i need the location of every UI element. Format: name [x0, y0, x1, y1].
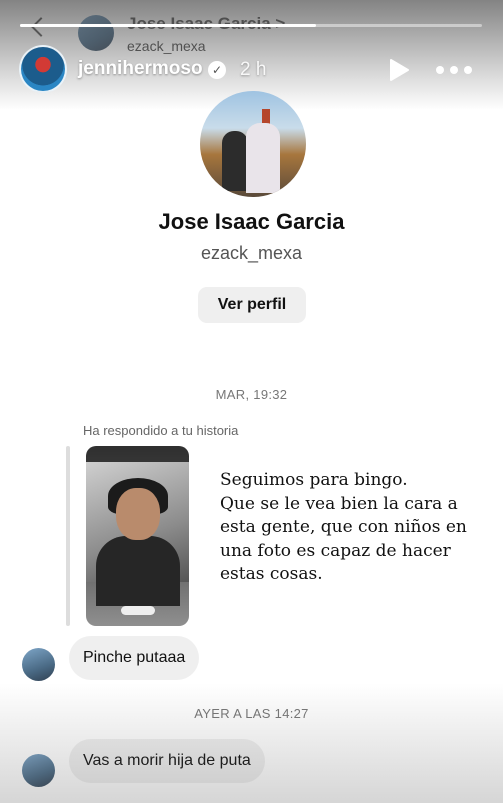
story-text-line: esta gente, que con niños en [220, 517, 467, 537]
contact-profile-picture[interactable] [200, 91, 306, 197]
story-text-line: Que se le vea bien la cara a [220, 493, 458, 514]
contact-username: ezack_mexa [200, 243, 303, 263]
back-chevron-icon[interactable] [31, 17, 51, 37]
dm-header-username: ezack_mexa [127, 38, 206, 54]
sender-avatar[interactable] [22, 648, 55, 681]
story-progress-fill [20, 24, 316, 27]
story-reply-label: Ha respondido a tu historia [83, 423, 239, 438]
sender-avatar[interactable] [22, 754, 55, 787]
message-bubble[interactable]: Pinche putaaa [69, 636, 200, 680]
replied-story-thumbnail[interactable] [86, 446, 189, 626]
thread-timestamp: AYER A LAS 14:27 [194, 706, 309, 721]
dm-header-avatar [78, 15, 114, 51]
more-horizontal-icon[interactable] [436, 62, 472, 78]
reply-indicator-line [66, 446, 70, 626]
story-author-avatar[interactable] [19, 45, 67, 93]
message-bubble[interactable]: Vas a morir hija de puta [69, 739, 265, 783]
story-post-time: 2 h [240, 59, 267, 80]
story-text-line: estas cosas. [220, 564, 323, 584]
story-author-name[interactable]: jennihermoso [78, 58, 203, 80]
thread-timestamp: MAR, 19:32 [215, 387, 288, 402]
story-text-line: Seguimos para bingo. [220, 470, 408, 490]
view-profile-button[interactable]: Ver perfil [198, 287, 306, 323]
contact-name: Jose Isaac Garcia [158, 209, 345, 234]
replied-story-text: Seguimos para bingo. Que se le vea bien … [220, 469, 490, 587]
story-progress-bar [20, 24, 482, 27]
play-icon[interactable] [388, 58, 410, 82]
story-text-line: una foto es capaz de hacer [220, 540, 451, 561]
verified-badge-icon: ✓ [208, 61, 226, 79]
